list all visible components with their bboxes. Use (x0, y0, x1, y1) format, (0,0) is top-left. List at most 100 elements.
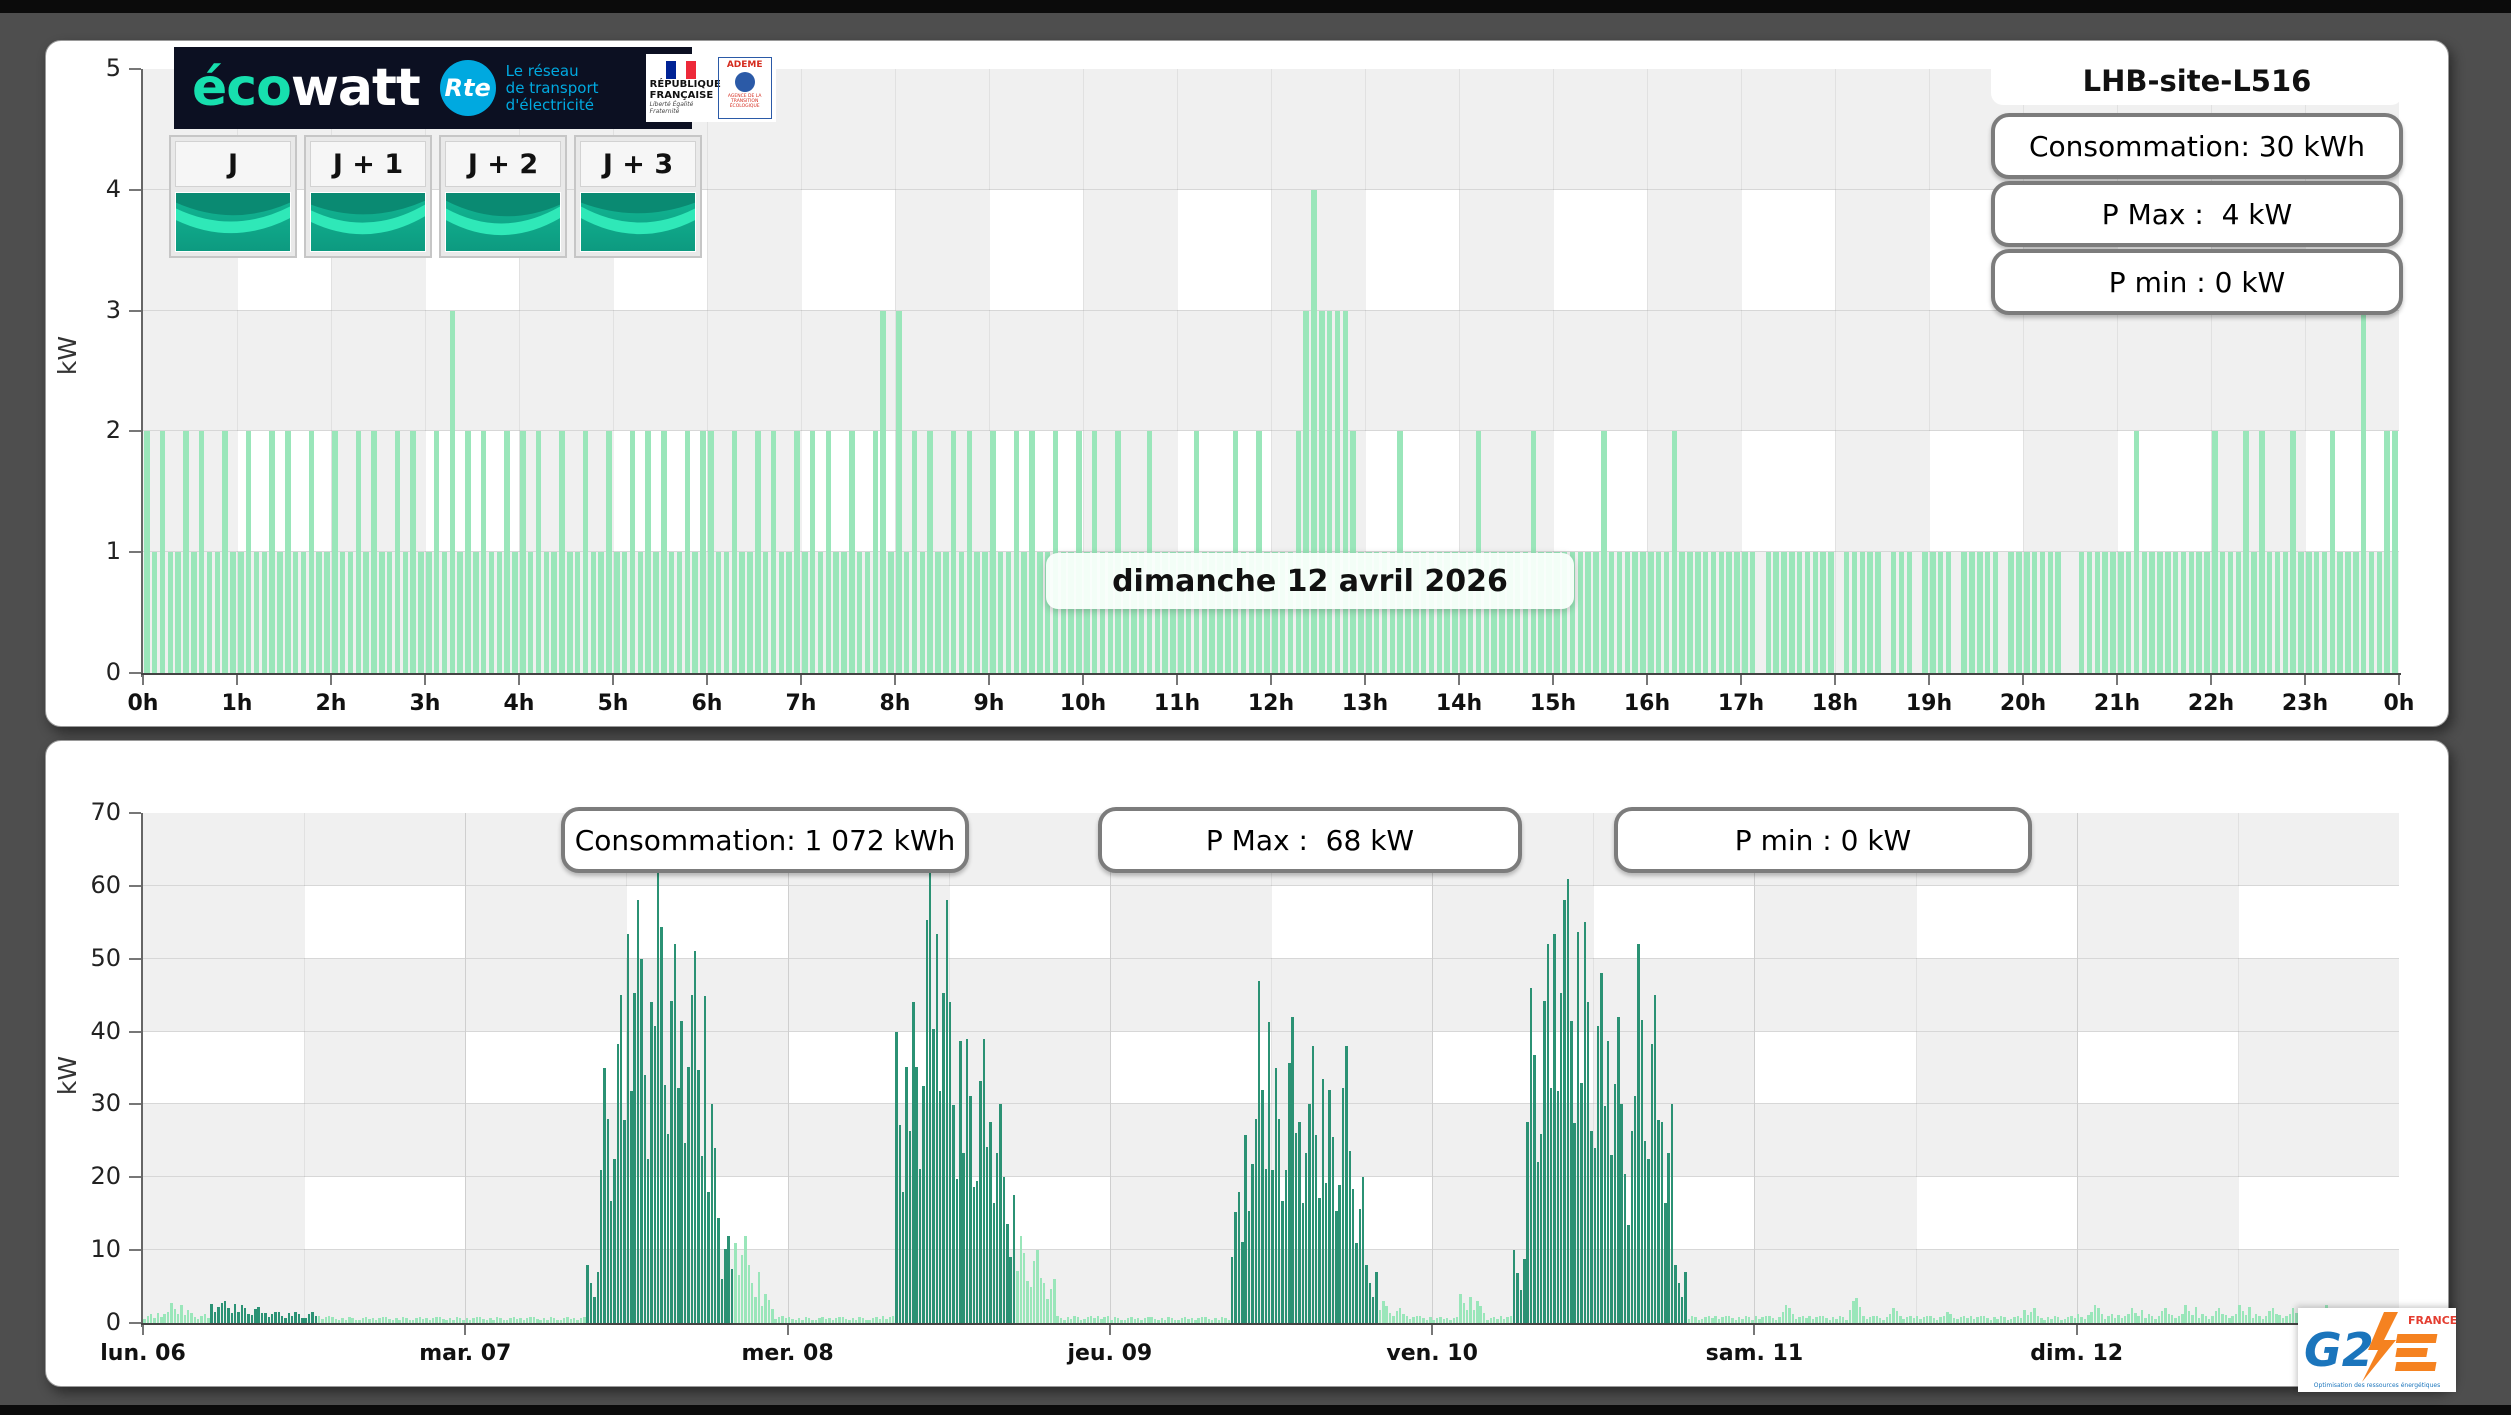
consumption-bar (1029, 431, 1035, 673)
y-axis-tick (129, 309, 141, 312)
consumption-bar (1727, 1315, 1731, 1323)
consumption-bar (297, 1314, 301, 1323)
consumption-bar (1655, 552, 1662, 673)
consumption-bar (2157, 1315, 2161, 1323)
consumption-bar (433, 431, 440, 673)
consumption-bar (285, 431, 291, 673)
day-button-j2[interactable]: J + 2 (439, 135, 567, 258)
consumption-bar (1851, 552, 1858, 673)
french-flag-icon (665, 61, 696, 79)
consumption-bar (1804, 552, 1811, 673)
consumption-bar (1749, 552, 1756, 673)
consumption-bar (386, 552, 393, 673)
bottom-edge-strip (0, 1405, 2511, 1415)
consumption-bar (2291, 1308, 2295, 1323)
consumption-bar (770, 431, 777, 673)
consumption-bar (1395, 1310, 1398, 1323)
consumption-bar (1462, 1303, 1466, 1323)
consumption-bar (2214, 1310, 2218, 1323)
consumption-bar (1267, 1021, 1271, 1323)
consumption-bar (213, 1311, 217, 1323)
consumption-bar (708, 431, 714, 673)
day-button-j1[interactable]: J + 1 (304, 135, 432, 258)
consumption-bar (363, 552, 369, 673)
plot-background-cell (304, 885, 466, 959)
x-axis-tick (142, 675, 144, 685)
day-button-j3[interactable]: J + 3 (574, 135, 702, 258)
consumption-bar (277, 1312, 281, 1323)
consumption-bar (1419, 1315, 1422, 1323)
consumption-bar (280, 1315, 284, 1323)
consumption-bar (332, 431, 338, 673)
consumption-bar (744, 1235, 747, 1323)
consumption-bar (1734, 552, 1740, 673)
consumption-bar (1999, 1315, 2003, 1323)
consumption-bar (2191, 1314, 2194, 1323)
consumption-bar (590, 552, 597, 673)
consumption-bar (614, 552, 620, 673)
consumption-bar (1623, 1174, 1627, 1323)
consumption-bar (891, 1315, 895, 1323)
x-axis-tick (1108, 1325, 1111, 1335)
consumption-bar (277, 552, 283, 673)
consumption-bar (982, 1038, 986, 1323)
ecowatt-gauge-j2-icon (445, 192, 561, 252)
y-axis-tick-label: 70 (90, 798, 121, 826)
consumption-bar (979, 1081, 982, 1323)
consumption-bar (1231, 1257, 1234, 1323)
consumption-bar (1583, 922, 1586, 1323)
consumption-bar (1314, 1134, 1318, 1323)
consumption-bar (2171, 1314, 2174, 1323)
consumption-bar (613, 1159, 616, 1323)
consumption-bar (2047, 552, 2054, 673)
consumption-bar (1026, 1281, 1029, 1323)
consumption-bar (918, 1169, 922, 1323)
x-axis-tick-label: jeu. 09 (1067, 1341, 1153, 1366)
consumption-bar (2118, 552, 2124, 673)
consumption-bar (975, 1180, 979, 1323)
consumption-bar (2157, 552, 2163, 673)
consumption-bar (1663, 552, 1670, 673)
consumption-bar (747, 552, 753, 673)
forecast-day-buttons: J J + 1 J + 2 J + 3 (169, 135, 702, 258)
consumption-bar (2160, 1310, 2164, 1323)
consumption-bar (244, 1308, 247, 1323)
consumption-bar (965, 1038, 969, 1323)
consumption-bar (1593, 552, 1599, 673)
consumption-bar (903, 552, 910, 673)
consumption-bar (663, 1085, 667, 1323)
consumption-bar (2221, 1313, 2224, 1323)
consumption-bar (183, 1315, 187, 1323)
consumption-bar (2266, 552, 2273, 673)
consumption-bar (206, 552, 213, 673)
consumption-bar (1765, 552, 1772, 673)
consumption-bar (1251, 1163, 1254, 1323)
consumption-bar (1742, 552, 1748, 673)
consumption-bar (1577, 552, 1584, 673)
consumption-bar (170, 1302, 173, 1323)
x-axis-tick (612, 675, 614, 685)
gridline-vertical (304, 813, 306, 1323)
consumption-bar (1744, 1315, 1748, 1323)
consumption-bar (270, 1314, 274, 1323)
consumption-bar (786, 552, 792, 673)
y-axis-tick (129, 1103, 141, 1106)
consumption-bar (190, 1312, 193, 1323)
consumption-bar (684, 431, 691, 673)
consumption-bar (880, 310, 886, 673)
consumption-bar (2086, 552, 2093, 673)
y-axis-tick (129, 1030, 141, 1033)
consumption-bar (2258, 1316, 2261, 1323)
consumption-bar (567, 552, 573, 673)
consumption-bar (582, 431, 589, 673)
plot-background-cell (1741, 431, 1835, 553)
consumption-bar (402, 552, 409, 673)
day-button-j[interactable]: J (169, 135, 297, 258)
consumption-bar (1808, 1316, 1811, 1323)
consumption-bar (676, 552, 683, 673)
consumption-bar (520, 431, 526, 673)
consumption-bar (1482, 1312, 1486, 1323)
consumption-bar (2127, 1314, 2130, 1323)
consumption-bar (667, 1133, 670, 1323)
consumption-bar (163, 1314, 166, 1323)
